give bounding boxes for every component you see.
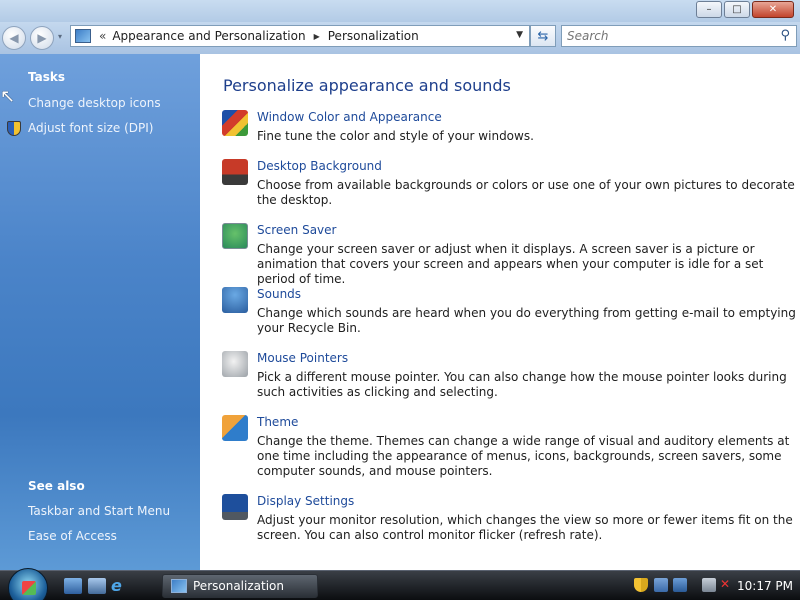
search-input[interactable] [567,29,767,43]
overflow-chevron[interactable]: « [99,29,106,43]
search-icon[interactable]: ⚲ [780,28,790,43]
switch-windows-icon[interactable] [88,578,106,594]
breadcrumb-personalization[interactable]: Personalization [328,29,419,43]
network-disconnected-icon[interactable] [702,578,716,592]
back-button[interactable]: ◀ [2,26,26,50]
refresh-button[interactable]: ⇆ [530,25,556,47]
control-panel-icon [75,29,91,43]
theme-icon[interactable] [222,415,248,441]
item-description: Pick a different mouse pointer. You can … [257,370,787,399]
item-description: Choose from available backgrounds or col… [257,178,795,207]
page-title: Personalize appearance and sounds [223,76,511,95]
maximize-button[interactable]: □ [724,1,750,18]
forward-button[interactable]: ▶ [30,26,54,50]
screen-saver-icon[interactable] [222,223,248,249]
task-change-desktop-icons[interactable]: Change desktop icons [28,96,161,110]
windows-sidebar-icon[interactable] [654,578,668,592]
tasks-heading: Tasks [28,70,66,84]
main-content: Personalize appearance and sounds Window… [200,54,800,570]
navigation-bar: ◀ ▶ ▾ « Appearance and Personalization ▶… [0,22,800,54]
see-also-heading: See also [28,479,85,493]
display-settings-icon[interactable] [222,494,248,520]
link-display-settings[interactable]: Display Settings [257,494,354,508]
internet-explorer-icon[interactable]: e [111,576,129,595]
security-shield-icon[interactable] [634,578,648,592]
network-icon[interactable] [673,578,687,592]
desktop-background-icon[interactable] [222,159,248,185]
link-desktop-background[interactable]: Desktop Background [257,159,382,173]
system-tray: ✕ 10:17 PM [630,571,800,600]
start-orb-button[interactable] [8,568,48,600]
title-bar: – □ ✕ [0,0,800,22]
breadcrumb-appearance[interactable]: Appearance and Personalization [112,29,305,43]
recent-pages-dropdown[interactable]: ▾ [58,32,62,41]
show-desktop-icon[interactable] [64,578,82,594]
uac-shield-icon [7,121,21,136]
minimize-button[interactable]: – [696,1,722,18]
volume-muted-icon[interactable]: ✕ [720,577,734,591]
mouse-pointer-icon[interactable] [222,351,248,377]
item-description: Fine tune the color and style of your wi… [257,129,534,143]
taskbar: e Personalization ✕ 10:17 PM [0,568,800,600]
item-description: Change your screen saver or adjust when … [257,242,764,286]
window-controls: – □ ✕ [696,1,794,18]
sounds-icon[interactable] [222,287,248,313]
see-also-taskbar-start-menu[interactable]: Taskbar and Start Menu [28,504,170,518]
mouse-cursor-icon: ↖ [0,86,16,107]
item-description: Change which sounds are heard when you d… [257,306,796,335]
task-adjust-font-size[interactable]: Adjust font size (DPI) [28,121,153,135]
taskbar-button-label: Personalization [193,579,284,593]
item-description: Adjust your monitor resolution, which ch… [257,513,793,542]
address-bar[interactable]: « Appearance and Personalization ▶ Perso… [70,25,530,47]
breadcrumb-separator-icon[interactable]: ▶ [314,32,320,41]
task-pane: ↖ Tasks Change desktop icons Adjust font… [0,54,200,570]
link-theme[interactable]: Theme [257,415,298,429]
control-panel-icon [171,579,187,593]
link-sounds[interactable]: Sounds [257,287,301,301]
item-description: Change the theme. Themes can change a wi… [257,434,790,478]
link-mouse-pointers[interactable]: Mouse Pointers [257,351,348,365]
link-window-color[interactable]: Window Color and Appearance [257,110,442,124]
see-also-ease-of-access[interactable]: Ease of Access [28,529,117,543]
close-button[interactable]: ✕ [752,1,794,18]
link-screen-saver[interactable]: Screen Saver [257,223,336,237]
window-color-icon[interactable] [222,110,248,136]
clock[interactable]: 10:17 PM [737,579,793,593]
search-box[interactable]: ⚲ [561,25,797,47]
address-dropdown-icon[interactable]: ▼ [516,30,523,40]
taskbar-button-personalization[interactable]: Personalization [162,574,318,598]
